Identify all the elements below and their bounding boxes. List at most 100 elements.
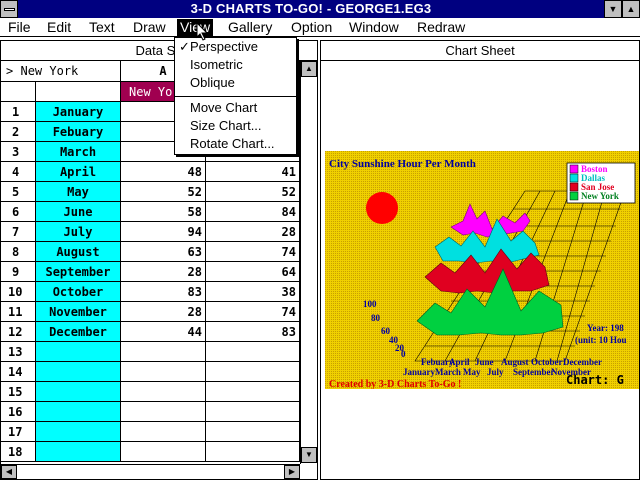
value-cell[interactable]: 74 bbox=[206, 242, 300, 262]
row-header[interactable]: 13 bbox=[1, 342, 36, 362]
value-cell[interactable]: 74 bbox=[206, 302, 300, 322]
row-header[interactable]: 10 bbox=[1, 282, 36, 302]
z-axis-tick-label: 80 bbox=[371, 313, 381, 323]
value-cell[interactable] bbox=[121, 362, 206, 382]
menu-redraw[interactable]: Redraw bbox=[414, 19, 468, 36]
name-box[interactable]: > New York bbox=[1, 61, 121, 82]
value-cell[interactable] bbox=[121, 402, 206, 422]
menu-item-size-chart[interactable]: Size Chart... bbox=[175, 117, 296, 135]
menu-item-perspective[interactable]: ✓ Perspective bbox=[175, 38, 296, 56]
category-cell[interactable]: August bbox=[36, 242, 121, 262]
row-header[interactable]: 4 bbox=[1, 162, 36, 182]
row-header[interactable]: 11 bbox=[1, 302, 36, 322]
maximize-button[interactable]: ▲ bbox=[622, 0, 640, 18]
menu-item-oblique[interactable]: Oblique bbox=[175, 74, 296, 92]
category-cell[interactable]: March bbox=[36, 142, 121, 162]
value-cell[interactable]: 83 bbox=[206, 322, 300, 342]
category-cell[interactable]: October bbox=[36, 282, 121, 302]
category-cell[interactable]: January bbox=[36, 102, 121, 122]
value-cell[interactable]: 48 bbox=[121, 162, 206, 182]
value-cell[interactable] bbox=[121, 422, 206, 442]
row-header[interactable]: 12 bbox=[1, 322, 36, 342]
category-cell[interactable]: July bbox=[36, 222, 121, 242]
menu-separator bbox=[175, 96, 296, 97]
menu-item-label: Isometric bbox=[190, 57, 243, 72]
row-header[interactable]: 2 bbox=[1, 122, 36, 142]
value-cell[interactable]: 94 bbox=[121, 222, 206, 242]
row-header[interactable]: 18 bbox=[1, 442, 36, 462]
value-cell[interactable] bbox=[206, 422, 300, 442]
value-cell[interactable] bbox=[121, 342, 206, 362]
row-header[interactable]: 5 bbox=[1, 182, 36, 202]
value-cell[interactable] bbox=[206, 442, 300, 462]
chart-canvas[interactable]: City Sunshine Hour Per Month Boston Dall… bbox=[325, 151, 639, 389]
value-cell[interactable]: 44 bbox=[121, 322, 206, 342]
value-cell[interactable]: 52 bbox=[206, 182, 300, 202]
value-cell[interactable]: 58 bbox=[121, 202, 206, 222]
horizontal-scrollbar[interactable]: ◀ ▶ bbox=[1, 464, 300, 479]
menu-draw[interactable]: Draw bbox=[130, 19, 169, 36]
category-cell[interactable] bbox=[36, 382, 121, 402]
scroll-down-arrow-icon[interactable]: ▼ bbox=[301, 447, 317, 463]
row-header[interactable]: 1 bbox=[1, 102, 36, 122]
category-cell[interactable] bbox=[36, 362, 121, 382]
row-header[interactable]: 17 bbox=[1, 422, 36, 442]
menu-edit[interactable]: Edit bbox=[44, 19, 74, 36]
category-cell[interactable]: June bbox=[36, 202, 121, 222]
chart-sheet-window: Chart Sheet City Sunshine Hour Per Month… bbox=[320, 40, 640, 480]
value-cell[interactable]: 41 bbox=[206, 162, 300, 182]
menu-item-move-chart[interactable]: Move Chart bbox=[175, 99, 296, 117]
category-cell[interactable]: December bbox=[36, 322, 121, 342]
row-header[interactable]: 7 bbox=[1, 222, 36, 242]
value-cell[interactable]: 64 bbox=[206, 262, 300, 282]
menu-item-label: Oblique bbox=[190, 75, 235, 90]
menu-window[interactable]: Window bbox=[346, 19, 402, 36]
row-header[interactable]: 6 bbox=[1, 202, 36, 222]
category-header-cell[interactable] bbox=[36, 82, 121, 102]
row-header[interactable]: 15 bbox=[1, 382, 36, 402]
value-cell[interactable]: 38 bbox=[206, 282, 300, 302]
menu-item-rotate-chart[interactable]: Rotate Chart... bbox=[175, 135, 296, 153]
row-header[interactable]: 16 bbox=[1, 402, 36, 422]
category-cell[interactable]: September bbox=[36, 262, 121, 282]
category-cell[interactable] bbox=[36, 402, 121, 422]
menu-text[interactable]: Text bbox=[86, 19, 118, 36]
value-cell[interactable]: 28 bbox=[121, 302, 206, 322]
category-cell[interactable]: April bbox=[36, 162, 121, 182]
scroll-right-arrow-icon[interactable]: ▶ bbox=[284, 465, 300, 479]
minimize-button[interactable]: ▼ bbox=[604, 0, 622, 18]
value-cell[interactable]: 83 bbox=[121, 282, 206, 302]
menu-option[interactable]: Option bbox=[288, 19, 335, 36]
category-cell[interactable] bbox=[36, 442, 121, 462]
category-cell[interactable] bbox=[36, 422, 121, 442]
chart-sheet-title: Chart Sheet bbox=[321, 41, 639, 61]
row-header[interactable]: 3 bbox=[1, 142, 36, 162]
value-cell[interactable] bbox=[206, 342, 300, 362]
category-cell[interactable] bbox=[36, 342, 121, 362]
value-cell[interactable]: 63 bbox=[121, 242, 206, 262]
row-header[interactable]: 14 bbox=[1, 362, 36, 382]
value-cell[interactable]: 52 bbox=[121, 182, 206, 202]
row-header[interactable]: 8 bbox=[1, 242, 36, 262]
vertical-scrollbar[interactable]: ▲ ▼ bbox=[300, 61, 317, 464]
system-menu-button[interactable] bbox=[0, 0, 18, 18]
menu-bar: File Edit Text Draw View Gallery Option … bbox=[0, 18, 640, 37]
value-cell[interactable]: 28 bbox=[121, 262, 206, 282]
scroll-left-arrow-icon[interactable]: ◀ bbox=[1, 465, 17, 479]
value-cell[interactable]: 28 bbox=[206, 222, 300, 242]
value-cell[interactable] bbox=[206, 402, 300, 422]
menu-item-isometric[interactable]: Isometric bbox=[175, 56, 296, 74]
row-header[interactable]: 9 bbox=[1, 262, 36, 282]
scroll-up-arrow-icon[interactable]: ▲ bbox=[301, 61, 317, 77]
value-cell[interactable] bbox=[206, 382, 300, 402]
category-cell[interactable]: May bbox=[36, 182, 121, 202]
value-cell[interactable] bbox=[121, 382, 206, 402]
category-cell[interactable]: Febuary bbox=[36, 122, 121, 142]
category-cell[interactable]: November bbox=[36, 302, 121, 322]
menu-file[interactable]: File bbox=[5, 19, 34, 36]
value-cell[interactable] bbox=[206, 362, 300, 382]
menu-gallery[interactable]: Gallery bbox=[225, 19, 275, 36]
x-axis-tick-label: August bbox=[501, 357, 529, 367]
value-cell[interactable] bbox=[121, 442, 206, 462]
value-cell[interactable]: 84 bbox=[206, 202, 300, 222]
